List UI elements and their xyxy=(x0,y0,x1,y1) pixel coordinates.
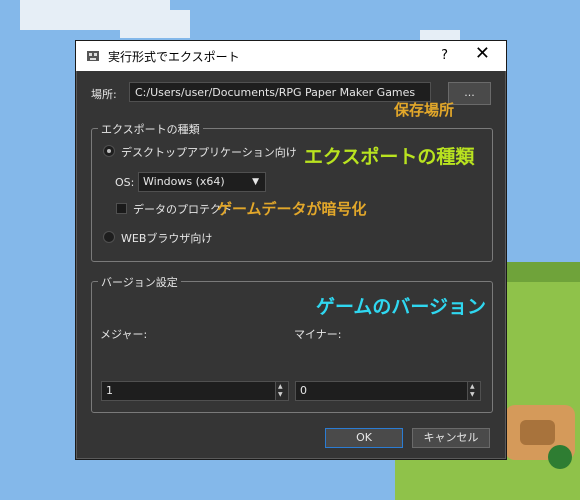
cancel-button[interactable]: キャンセル xyxy=(412,428,490,448)
spin-up-icon[interactable]: ▲ xyxy=(278,384,283,390)
minor-spin-buttons[interactable]: ▲ ▼ xyxy=(467,382,480,400)
location-label: 場所: xyxy=(91,88,117,101)
version-group-title: バージョン設定 xyxy=(98,274,181,290)
window-title: 実行形式でエクスポート xyxy=(108,49,240,64)
export-type-group-title: エクスポートの種類 xyxy=(98,121,203,137)
spin-down-icon[interactable]: ▼ xyxy=(470,392,475,398)
annotation-encrypt: ゲームデータが暗号化 xyxy=(217,200,367,218)
major-label: メジャー: xyxy=(100,328,148,341)
web-radio[interactable] xyxy=(103,231,115,243)
title-bar: 実行形式でエクスポート ? ✕ xyxy=(76,41,506,71)
protect-checkbox[interactable] xyxy=(116,203,127,214)
spin-up-icon[interactable]: ▲ xyxy=(470,384,475,390)
close-button[interactable]: ✕ xyxy=(475,45,490,63)
grass-edge xyxy=(505,262,580,282)
desktop-label: デスクトップアプリケーション向け xyxy=(121,146,297,159)
annotation-save-location: 保存場所 xyxy=(394,101,455,119)
major-spinbox[interactable]: 1 ▲ ▼ xyxy=(101,381,289,401)
os-select-value: Windows (x64) xyxy=(143,175,225,188)
minor-label: マイナー: xyxy=(294,328,342,341)
annotation-game-version: ゲームのバージョン xyxy=(316,296,487,318)
chevron-down-icon: ▼ xyxy=(252,177,259,187)
dirt-patch xyxy=(520,420,555,445)
tree xyxy=(548,445,572,469)
cloud xyxy=(120,10,190,38)
app-icon xyxy=(87,51,99,61)
browse-button[interactable]: ... xyxy=(448,82,491,105)
export-dialog: 実行形式でエクスポート ? ✕ 場所: C:/Users/user/Docume… xyxy=(75,40,507,460)
minor-spinbox[interactable]: 0 ▲ ▼ xyxy=(295,381,481,401)
os-select[interactable]: Windows (x64) ▼ xyxy=(138,172,266,192)
help-button[interactable]: ? xyxy=(441,48,448,63)
desktop-radio[interactable] xyxy=(103,145,115,157)
ok-button[interactable]: OK xyxy=(325,428,403,448)
minor-value: 0 xyxy=(300,384,307,397)
web-label: WEBブラウザ向け xyxy=(121,232,213,245)
major-value: 1 xyxy=(106,384,113,397)
major-spin-buttons[interactable]: ▲ ▼ xyxy=(275,382,288,400)
spin-down-icon[interactable]: ▼ xyxy=(278,392,283,398)
os-label: OS: xyxy=(115,176,135,189)
location-path-field[interactable]: C:/Users/user/Documents/RPG Paper Maker … xyxy=(129,82,431,102)
annotation-export-type: エクスポートの種類 xyxy=(304,146,475,168)
